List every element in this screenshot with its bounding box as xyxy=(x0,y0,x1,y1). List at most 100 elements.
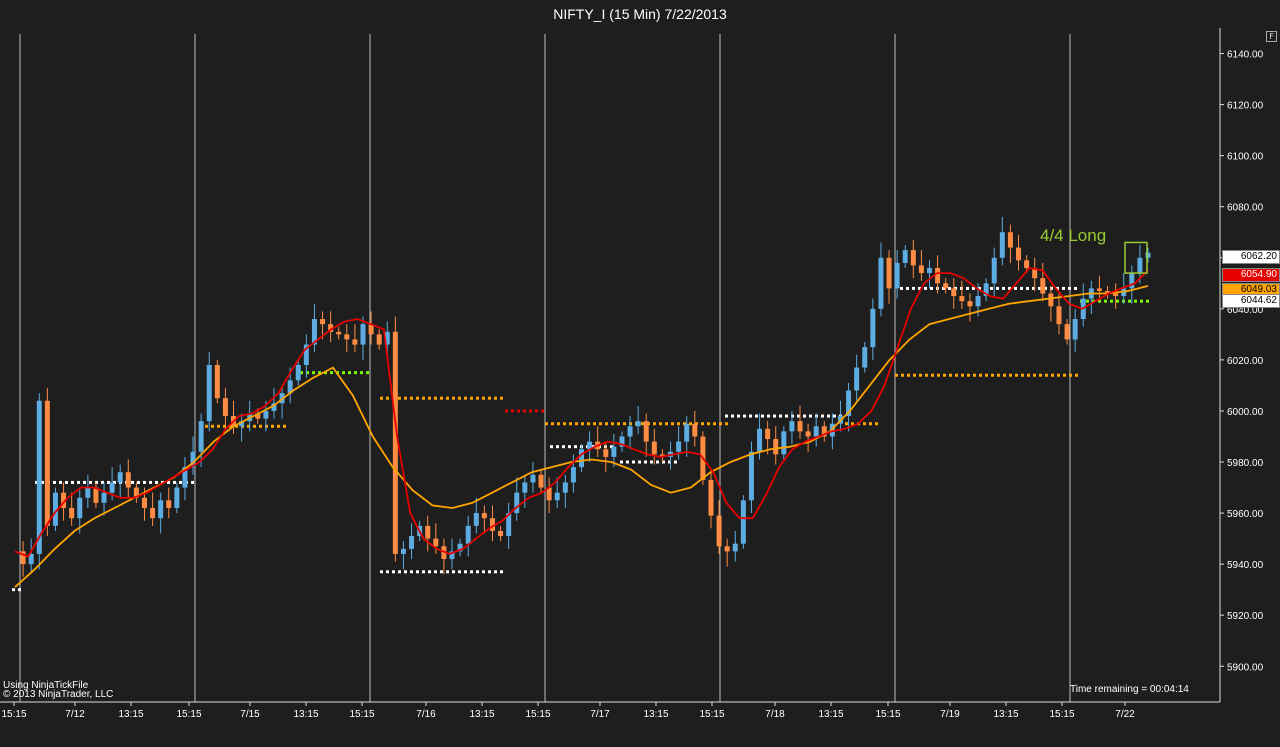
candle-body xyxy=(603,449,609,457)
level-dot xyxy=(1027,373,1030,377)
candle-body xyxy=(991,257,997,284)
level-dot xyxy=(979,373,982,377)
level-dot xyxy=(943,373,946,377)
level-dot xyxy=(1014,286,1017,290)
candle-body xyxy=(554,492,560,501)
y-tick-label: 5920.00 xyxy=(1227,611,1264,622)
candle-body xyxy=(740,500,746,544)
candle-body xyxy=(125,472,131,488)
level-dot xyxy=(155,480,158,484)
level-dot xyxy=(990,286,993,290)
level-dot xyxy=(912,286,915,290)
x-tick-label: 15:15 xyxy=(176,709,201,720)
level-dot xyxy=(482,396,485,400)
candle-body xyxy=(797,421,803,432)
level-dot xyxy=(665,422,668,426)
candle-body xyxy=(716,515,722,547)
price-tag: 6054.90 xyxy=(1222,268,1280,282)
candle-body xyxy=(878,257,884,309)
candle-body xyxy=(1072,319,1078,340)
level-dot xyxy=(1015,373,1018,377)
candle-body xyxy=(926,267,932,274)
candle-body xyxy=(813,426,819,437)
level-dot xyxy=(71,480,74,484)
x-tick-label: 7/15 xyxy=(240,709,260,720)
level-dot xyxy=(77,480,80,484)
candle-body xyxy=(611,446,617,457)
level-dot xyxy=(517,409,520,413)
candle-body xyxy=(967,301,973,307)
level-dot xyxy=(434,570,437,574)
candle-body xyxy=(336,331,342,335)
level-dot xyxy=(949,373,952,377)
x-tick-label: 15:15 xyxy=(875,709,900,720)
candle-body xyxy=(263,410,269,419)
level-dot xyxy=(997,373,1000,377)
candle-body xyxy=(69,507,75,519)
level-dot xyxy=(713,422,716,426)
level-dot xyxy=(505,409,508,413)
level-dot xyxy=(925,373,928,377)
level-dot xyxy=(191,480,194,484)
float-button[interactable]: F xyxy=(1266,31,1277,42)
level-dot xyxy=(961,373,964,377)
candle-body xyxy=(862,347,868,368)
candle-body xyxy=(400,548,406,554)
level-dot xyxy=(563,422,566,426)
time-remaining: Time remaining = 00:04:14 xyxy=(1070,684,1189,695)
level-dot xyxy=(821,414,824,418)
level-dot xyxy=(452,396,455,400)
level-dot xyxy=(575,422,578,426)
candle-body xyxy=(530,474,536,483)
level-dot xyxy=(701,422,704,426)
level-dot xyxy=(1033,373,1036,377)
level-dot xyxy=(1002,286,1005,290)
level-dot xyxy=(569,422,572,426)
level-dot xyxy=(1039,373,1042,377)
candle-body xyxy=(392,331,398,554)
level-dot xyxy=(446,396,449,400)
level-dot xyxy=(650,460,653,464)
level-dot xyxy=(342,371,345,375)
level-dot xyxy=(488,396,491,400)
level-dot xyxy=(416,396,419,400)
level-dot xyxy=(131,480,134,484)
level-dot xyxy=(803,414,806,418)
candle-body xyxy=(886,257,892,289)
level-dot xyxy=(1134,299,1137,303)
x-tick-label: 13:15 xyxy=(469,709,494,720)
x-tick-label: 13:15 xyxy=(818,709,843,720)
level-dot xyxy=(656,460,659,464)
level-dot xyxy=(440,396,443,400)
level-dot xyxy=(568,445,571,449)
y-tick-label: 6000.00 xyxy=(1227,407,1264,418)
candle-body xyxy=(1056,306,1062,325)
level-dot xyxy=(398,570,401,574)
level-dot xyxy=(743,414,746,418)
candle-body xyxy=(150,507,156,519)
level-dot xyxy=(458,570,461,574)
level-dot xyxy=(253,424,256,428)
x-tick-label: 13:15 xyxy=(118,709,143,720)
level-dot xyxy=(611,422,614,426)
chart-title: NIFTY_I (15 Min) 7/22/2013 xyxy=(553,6,727,22)
level-dot xyxy=(626,460,629,464)
level-dot xyxy=(599,422,602,426)
level-dot xyxy=(605,422,608,426)
level-dot xyxy=(955,373,958,377)
candle-body xyxy=(538,474,544,488)
level-dot xyxy=(416,570,419,574)
price-chart: 6140.006120.006100.006080.006060.006040.… xyxy=(0,28,1264,720)
y-tick-label: 6020.00 xyxy=(1227,356,1264,367)
level-dot xyxy=(749,414,752,418)
candle-body xyxy=(1007,232,1013,248)
candle-body xyxy=(999,232,1005,258)
level-dot xyxy=(470,570,473,574)
candle-body xyxy=(732,543,738,552)
level-dot xyxy=(440,570,443,574)
level-dot xyxy=(476,396,479,400)
candle-body xyxy=(109,482,115,493)
candle-body xyxy=(959,296,965,302)
level-dot xyxy=(494,396,497,400)
x-tick-label: 7/19 xyxy=(940,709,960,720)
